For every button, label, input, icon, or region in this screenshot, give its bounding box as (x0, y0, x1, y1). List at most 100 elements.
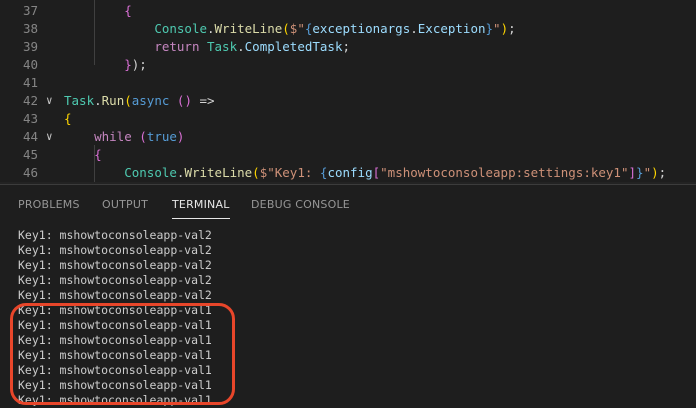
code-token: { (124, 3, 132, 18)
terminal-line: Key1: mshowtoconsoleapp-val1 (18, 348, 212, 362)
code-token: Console (154, 21, 207, 36)
code-line[interactable]: 37 { (0, 2, 696, 20)
tab-problems[interactable]: PROBLEMS (18, 198, 80, 216)
code-line[interactable]: 46 Console.WriteLine($"Key1: {config["ms… (0, 164, 696, 182)
line-number: 38 (22, 21, 38, 36)
code-line[interactable]: 45 { (0, 146, 696, 164)
code-token: ) (500, 21, 509, 36)
terminal-line: Key1: mshowtoconsoleapp-val1 (18, 378, 212, 392)
code-token: { (64, 111, 72, 126)
tab-debug-console[interactable]: DEBUG CONSOLE (251, 198, 350, 216)
code-token: { (94, 147, 102, 162)
code-line[interactable]: 39 return Task.CompletedTask; (0, 38, 696, 56)
line-number: 44 (22, 129, 38, 144)
terminal-line: Key1: mshowtoconsoleapp-val2 (18, 228, 212, 242)
code-token: async (131, 93, 170, 108)
code-token: ; (342, 39, 351, 54)
tab-terminal[interactable]: TERMINAL (172, 198, 230, 219)
code-token: CompletedTask (244, 39, 343, 54)
line-number: 41 (22, 75, 38, 90)
terminal-line: Key1: mshowtoconsoleapp-val1 (18, 333, 212, 347)
code-token: Console (124, 165, 177, 180)
panel-tabs: PROBLEMS OUTPUT TERMINAL DEBUG CONSOLE (0, 185, 696, 221)
code-token: $" (289, 21, 305, 36)
code-token: ( (124, 93, 132, 108)
terminal-line: Key1: mshowtoconsoleapp-val1 (18, 318, 212, 332)
fold-chevron-icon[interactable]: ∨ (46, 92, 58, 110)
vscode-window: 37 {38 Console.WriteLine($"{exceptionarg… (0, 0, 696, 408)
line-number: 40 (22, 57, 38, 72)
code-editor[interactable]: 37 {38 Console.WriteLine($"{exceptionarg… (0, 0, 696, 184)
code-text: while (true) (64, 128, 184, 146)
terminal-line: Key1: mshowtoconsoleapp-val1 (18, 303, 212, 317)
code-line[interactable]: 38 Console.WriteLine($"{exceptionargs.Ex… (0, 20, 696, 38)
line-number: 46 (22, 165, 38, 180)
code-token: config (327, 165, 373, 180)
code-token: Exception (417, 21, 486, 36)
line-number: 37 (22, 3, 38, 18)
fold-chevron-icon[interactable]: ∨ (46, 128, 58, 146)
code-text: Console.WriteLine($"{exceptionargs.Excep… (64, 20, 516, 38)
code-token: while (94, 129, 132, 144)
code-text: return Task.CompletedTask; (64, 38, 350, 56)
code-token: $"Key1: (259, 165, 320, 180)
code-token: WriteLine (214, 21, 283, 36)
code-token: WriteLine (184, 165, 253, 180)
bottom-panel: PROBLEMS OUTPUT TERMINAL DEBUG CONSOLE K… (0, 185, 696, 408)
code-token: "mshowtoconsoleapp:settings:key1" (380, 165, 629, 180)
code-token: Task (207, 39, 238, 54)
line-number: 43 (22, 111, 38, 126)
code-token: true (146, 129, 177, 144)
terminal-line: Key1: mshowtoconsoleapp-val2 (18, 273, 212, 287)
code-token: ( (139, 129, 147, 144)
terminal-line: Key1: mshowtoconsoleapp-val2 (18, 243, 212, 257)
code-text: }); (64, 56, 147, 74)
code-token: => (191, 93, 215, 108)
code-token: . (94, 93, 102, 108)
code-token: exceptionargs (312, 21, 411, 36)
code-token: ; (508, 21, 516, 36)
code-line[interactable]: 41 (0, 74, 696, 92)
code-line[interactable]: 42 ∨ Task.Run(async () => (0, 92, 696, 110)
code-token: Task (64, 93, 95, 108)
code-token: . (237, 39, 245, 54)
terminal-line: Key1: mshowtoconsoleapp-val2 (18, 258, 212, 272)
code-token: [ (372, 165, 381, 180)
code-token: " (643, 165, 652, 180)
terminal-line: Key1: mshowtoconsoleapp-val1 (18, 393, 212, 406)
line-number: 45 (22, 147, 38, 162)
line-number: 39 (22, 39, 38, 54)
code-line[interactable]: 40 }); (0, 56, 696, 74)
code-token: return (154, 39, 200, 54)
line-number: 42 (22, 93, 38, 108)
code-text: Task.Run(async () => (64, 92, 215, 110)
terminal-output[interactable]: Key1: mshowtoconsoleapp-val2 Key1: mshowt… (18, 228, 688, 406)
code-token: . (410, 21, 418, 36)
code-token: () (176, 93, 192, 108)
code-token: Run (101, 93, 125, 108)
code-text: Console.WriteLine($"Key1: {config["mshow… (64, 164, 666, 182)
code-token: ) (176, 129, 185, 144)
code-line[interactable]: 44 ∨ while (true) (0, 128, 696, 146)
terminal-line: Key1: mshowtoconsoleapp-val1 (18, 363, 212, 377)
code-line[interactable]: 43 { (0, 110, 696, 128)
code-token: " (493, 21, 501, 36)
code-text: { (64, 110, 72, 128)
code-token: } (636, 165, 644, 180)
code-token: } (485, 21, 494, 36)
code-token: ( (252, 165, 260, 180)
code-token: ; (658, 165, 667, 180)
code-token: } (124, 57, 132, 72)
tab-output[interactable]: OUTPUT (102, 198, 148, 216)
terminal-line: Key1: mshowtoconsoleapp-val2 (18, 288, 212, 302)
code-token: ) (651, 165, 659, 180)
code-token: ] (628, 165, 637, 180)
